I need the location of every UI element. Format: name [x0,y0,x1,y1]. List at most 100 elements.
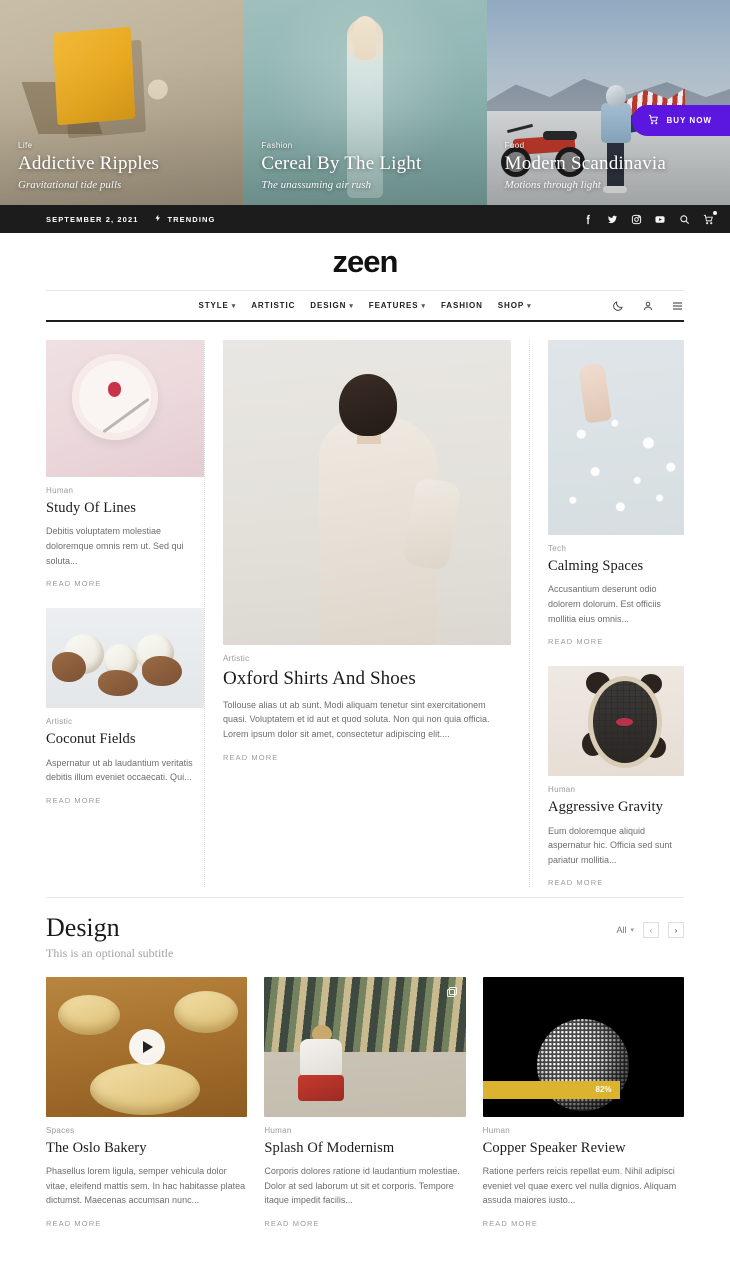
article-category[interactable]: Artistic [223,654,511,663]
card-excerpt: Corporis dolores ratione id laudantium m… [264,1165,460,1206]
hero-title[interactable]: Addictive Ripples [18,153,227,174]
card-title[interactable]: Splash Of Modernism [264,1140,465,1157]
card-text-splash-of-modernism: Human Splash Of Modernism Corporis dolor… [264,1117,465,1228]
youtube-icon[interactable] [654,213,666,225]
filter-label: All [616,925,627,936]
cart-icon [648,114,659,127]
read-more-link[interactable]: READ MORE [223,753,511,762]
facebook-icon[interactable] [582,213,594,225]
trending-link[interactable]: TRENDING [154,213,215,225]
article-oxford-shirts-and-shoes: Artistic Oxford Shirts And Shoes Tollous… [223,645,511,762]
hero-title[interactable]: Modern Scandinavia [505,153,714,174]
article-study-of-lines: Human Study Of Lines Debitis voluptatem … [46,477,204,588]
page-root: Life Addictive Ripples Gravitational tid… [0,0,730,1248]
nav-label: DESIGN [310,301,347,310]
article-title[interactable]: Oxford Shirts And Shoes [223,668,511,691]
grid-column-left: Human Study Of Lines Debitis voluptatem … [46,340,204,887]
hero-slider: Life Addictive Ripples Gravitational tid… [0,0,730,205]
buy-now-button[interactable]: BUY NOW [632,105,730,136]
twitter-icon[interactable] [606,213,618,225]
hero-slide-3[interactable]: Food Modern Scandinavia Motions through … [486,0,730,205]
read-more-link[interactable]: READ MORE [548,878,684,887]
card-thumbnail-oslo-bakery[interactable] [46,976,248,1117]
hero-category[interactable]: Food [505,141,714,150]
cart-icon[interactable] [702,211,717,225]
chevron-down-icon: ▾ [630,927,634,935]
current-date: SEPTEMBER 2, 2021 [46,214,139,224]
search-icon[interactable] [678,213,690,225]
chevron-down-icon: ▾ [527,302,532,310]
article-category[interactable]: Tech [548,544,684,553]
article-category[interactable]: Artistic [46,717,204,726]
hero-text-3: Food Modern Scandinavia Motions through … [505,141,714,191]
article-excerpt: Aspernatur ut ab laudantium veritatis de… [46,757,193,783]
article-thumbnail-aggressive-gravity[interactable] [548,666,684,777]
read-more-link[interactable]: READ MORE [46,1219,247,1228]
article-category[interactable]: Human [46,486,204,495]
article-category[interactable]: Human [548,785,684,794]
read-more-link[interactable]: READ MORE [483,1219,684,1228]
hamburger-icon[interactable] [671,299,684,312]
top-bar: SEPTEMBER 2, 2021 TRENDING [0,205,730,233]
design-section: Design This is an optional subtitle All … [0,897,730,1247]
article-thumbnail-study-of-lines[interactable] [46,340,204,477]
site-header: zeen [0,233,730,290]
gallery-icon [446,985,458,997]
moon-icon[interactable] [611,299,624,312]
read-more-link[interactable]: READ MORE [548,637,684,646]
article-title[interactable]: Coconut Fields [46,731,204,748]
read-more-link[interactable]: READ MORE [264,1219,465,1228]
section-controls: All ▾ ‹ › [616,922,684,939]
hero-subtitle: Gravitational tide pulls [18,179,122,191]
article-title[interactable]: Aggressive Gravity [548,799,684,816]
card-category[interactable]: Human [264,1126,465,1135]
chevron-down-icon: ▾ [349,302,354,310]
review-score-value: 82% [595,1085,612,1095]
hero-slide-2[interactable]: Fashion Cereal By The Light The unassumi… [243,0,487,205]
article-thumbnail-calming-spaces[interactable] [548,340,684,535]
card-the-oslo-bakery: Spaces The Oslo Bakery Phasellus lorem l… [46,976,248,1228]
card-category[interactable]: Spaces [46,1126,247,1135]
nav-item-style[interactable]: STYLE ▾ [198,301,236,310]
article-thumbnail-oxford-shirts[interactable] [223,340,511,645]
nav-item-shop[interactable]: SHOP ▾ [498,301,532,310]
nav-item-fashion[interactable]: FASHION [441,301,483,310]
article-thumbnail-coconut-fields[interactable] [46,608,204,709]
article-excerpt: Accusantium deserunt odio dolorem doloru… [548,584,661,624]
article-title[interactable]: Calming Spaces [548,558,684,575]
nav-item-features[interactable]: FEATURES ▾ [369,301,426,310]
article-excerpt: Eum doloremque aliquid aspernatur hic. O… [548,825,672,865]
article-aggressive-gravity: Human Aggressive Gravity Eum doloremque … [548,776,684,887]
instagram-icon[interactable] [630,213,642,225]
card-excerpt: Phasellus lorem ligula, semper vehicula … [46,1165,246,1206]
read-more-link[interactable]: READ MORE [46,796,204,805]
nav-items: STYLE ▾ ARTISTIC DESIGN ▾ FEATURES ▾ FAS… [198,301,531,310]
card-title[interactable]: Copper Speaker Review [483,1140,684,1157]
nav-item-artistic[interactable]: ARTISTIC [251,301,295,310]
article-excerpt: Tollouse alias ut ab sunt. Modi aliquam … [223,699,490,739]
carousel-prev-button[interactable]: ‹ [643,922,659,939]
main-nav-wrapper: STYLE ▾ ARTISTIC DESIGN ▾ FEATURES ▾ FAS… [0,290,730,322]
hero-slide-1[interactable]: Life Addictive Ripples Gravitational tid… [0,0,244,205]
card-text-copper-speaker: Human Copper Speaker Review Ratione perf… [483,1117,684,1228]
articles-grid: Human Study Of Lines Debitis voluptatem … [0,322,730,888]
section-subtitle: This is an optional subtitle [46,945,174,960]
play-icon[interactable] [128,1028,165,1065]
card-category[interactable]: Human [483,1126,684,1135]
section-filter-dropdown[interactable]: All ▾ [616,925,634,935]
chevron-down-icon: ▾ [231,302,237,310]
card-title[interactable]: The Oslo Bakery [46,1140,247,1157]
hero-category[interactable]: Life [18,141,227,150]
hero-category[interactable]: Fashion [261,141,470,150]
hero-title[interactable]: Cereal By The Light [261,153,470,174]
card-thumbnail-splash-of-modernism[interactable] [264,976,466,1117]
section-cards: Spaces The Oslo Bakery Phasellus lorem l… [46,976,684,1228]
card-thumbnail-copper-speaker[interactable]: 82% [482,976,684,1117]
read-more-link[interactable]: READ MORE [46,579,204,588]
nav-item-design[interactable]: DESIGN ▾ [310,301,354,310]
user-icon[interactable] [641,299,654,312]
article-coconut-fields: Artistic Coconut Fields Aspernatur ut ab… [46,708,204,805]
carousel-next-button[interactable]: › [668,922,684,939]
site-logo[interactable]: zeen [333,244,399,280]
article-title[interactable]: Study Of Lines [46,500,204,517]
